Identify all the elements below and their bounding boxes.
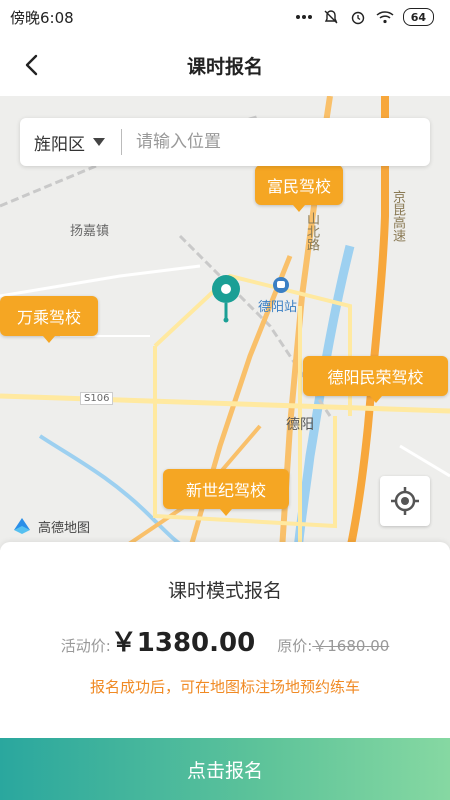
original-price-label: 原价:: [277, 637, 313, 655]
map-label-highway: 京昆高速: [390, 190, 405, 242]
activity-price-label: 活动价:: [60, 637, 111, 655]
search-divider: [121, 129, 122, 155]
status-icons: 64: [295, 8, 434, 26]
registration-sheet: 课时模式报名 活动价: ￥1380.00 原价: ￥1680.00 报名成功后，…: [0, 542, 450, 800]
more-dots-icon: [295, 8, 313, 26]
map-logo-text: 高德地图: [38, 520, 91, 536]
status-bar: 傍晚6:08 64: [0, 0, 450, 34]
mute-bell-icon: [322, 8, 340, 26]
map-label-route: S106: [80, 392, 114, 405]
search-input[interactable]: [136, 132, 386, 152]
app-header: 课时报名: [0, 34, 450, 96]
price-row: 活动价: ￥1380.00 原价: ￥1680.00: [0, 622, 450, 659]
caret-down-icon[interactable]: [93, 138, 105, 146]
map-label-town: 扬嘉镇: [70, 224, 110, 239]
map-label-road: 山北路: [304, 212, 319, 251]
map-label-station: 德阳站: [258, 300, 298, 315]
train-station-icon: [272, 276, 290, 294]
map-logo: 高德地图: [12, 516, 90, 536]
locate-button[interactable]: [380, 476, 430, 526]
booking-notice: 报名成功后，可在地图标注场地预约练车: [89, 678, 360, 696]
original-price: ￥1680.00: [312, 637, 390, 655]
back-button[interactable]: [14, 48, 48, 82]
activity-price: ￥1380.00: [110, 628, 256, 658]
register-button[interactable]: 点击报名: [0, 738, 450, 800]
school-marker-xinshiji[interactable]: 新世纪驾校: [163, 469, 289, 516]
amap-logo-icon: [14, 518, 30, 534]
district-selector[interactable]: 旌阳区: [34, 130, 85, 155]
location-pin-icon[interactable]: [206, 272, 246, 324]
map-label-city: 德阳: [286, 417, 314, 433]
status-time: 傍晚6:08: [10, 8, 74, 27]
school-marker-wancheng[interactable]: 万乘驾校: [0, 296, 98, 343]
sheet-title: 课时模式报名: [167, 580, 282, 602]
alarm-icon: [349, 8, 367, 26]
wifi-icon: [376, 8, 394, 26]
school-marker-minrong[interactable]: 德阳民荣驾校: [303, 356, 448, 403]
battery-indicator: 64: [402, 8, 434, 26]
school-marker-fumin[interactable]: 富民驾校: [255, 165, 344, 212]
search-bar: 旌阳区: [20, 118, 430, 166]
chevron-left-icon: [25, 54, 38, 76]
crosshair-icon: [391, 487, 419, 515]
page-title: 课时报名: [186, 55, 263, 78]
